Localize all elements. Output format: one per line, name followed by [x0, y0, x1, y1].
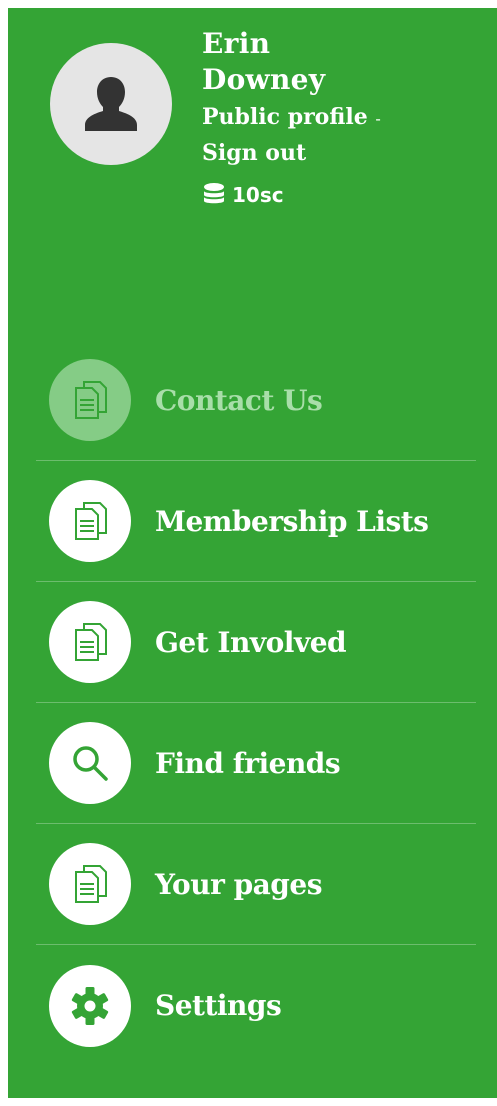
menu-item-contact-us[interactable]: Contact Us — [36, 340, 476, 461]
menu-icon-wrapper — [49, 722, 131, 804]
sidebar-panel: Erin Downey Public profile - Sign out 10… — [8, 8, 497, 1098]
menu-item-label: Get Involved — [155, 625, 347, 659]
gear-icon — [71, 986, 109, 1025]
coins-stack-icon — [204, 183, 224, 204]
menu-icon-wrapper — [49, 480, 131, 562]
pages-icon — [75, 502, 107, 540]
menu-item-label: Find friends — [155, 746, 341, 780]
menu-item-get-involved[interactable]: Get Involved — [36, 582, 476, 703]
search-icon — [73, 746, 108, 781]
profile-links: Public profile - Sign out — [202, 100, 482, 170]
main-menu: Contact Us Membership Lists Get Involved… — [36, 340, 476, 1066]
menu-item-membership-lists[interactable]: Membership Lists — [36, 461, 476, 582]
menu-icon-wrapper — [49, 843, 131, 925]
pages-icon — [75, 623, 107, 661]
menu-item-find-friends[interactable]: Find friends — [36, 703, 476, 824]
menu-icon-wrapper — [49, 359, 131, 441]
menu-item-settings[interactable]: Settings — [36, 945, 476, 1066]
menu-icon-wrapper — [49, 601, 131, 683]
user-silhouette-icon — [85, 77, 137, 131]
menu-item-label: Settings — [155, 989, 282, 1022]
user-last-name: Downey — [202, 63, 326, 96]
credits-balance: 10sc — [202, 182, 482, 208]
menu-item-your-pages[interactable]: Your pages — [36, 824, 476, 945]
user-first-name: Erin — [202, 27, 271, 60]
pages-icon — [75, 381, 107, 419]
credits-value: 10sc — [232, 183, 284, 207]
profile-info: Erin Downey Public profile - Sign out 10… — [202, 26, 482, 208]
avatar[interactable] — [50, 43, 172, 165]
menu-item-label: Membership Lists — [155, 504, 429, 538]
sign-out-link[interactable]: Sign out — [202, 140, 306, 166]
menu-item-label: Your pages — [155, 867, 322, 901]
pages-icon — [75, 865, 107, 903]
menu-item-label: Contact Us — [155, 383, 323, 417]
public-profile-link[interactable]: Public profile — [202, 104, 368, 130]
link-separator: - — [375, 109, 381, 128]
menu-icon-wrapper — [49, 964, 131, 1047]
